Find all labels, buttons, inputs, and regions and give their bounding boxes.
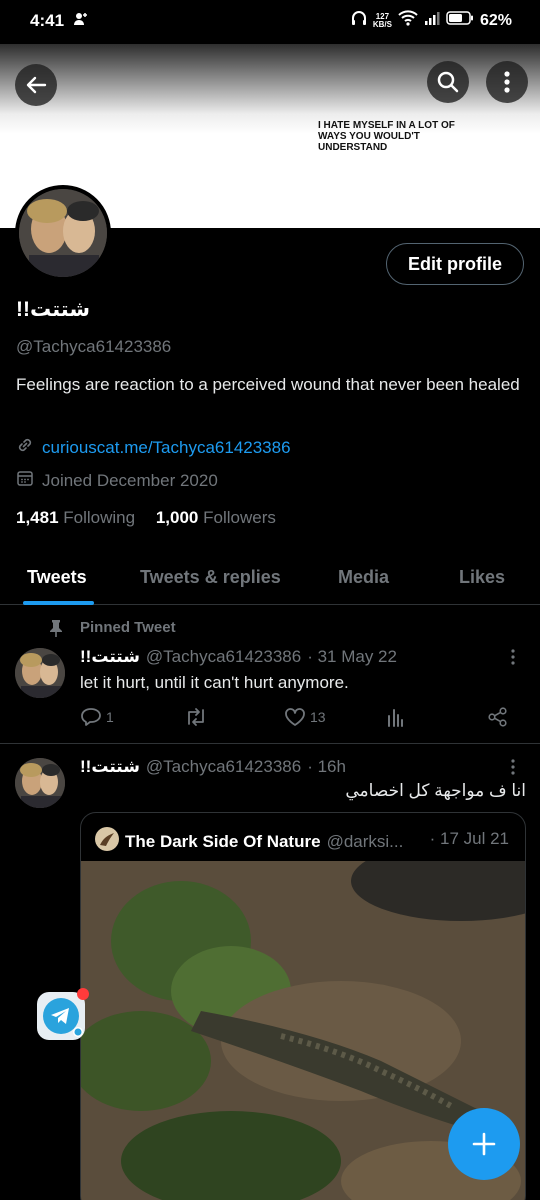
tweet-author-name[interactable]: شتتت!!: [80, 647, 140, 667]
like-count: 13: [310, 709, 326, 725]
tweet-avatar-image: [15, 758, 65, 808]
followers-stat[interactable]: 1,000 Followers: [156, 508, 276, 527]
banner-quote-text: I HATE MYSELF IN A LOT OF WAYS YOU WOULD…: [318, 120, 455, 153]
analytics-button[interactable]: [386, 707, 406, 727]
quoted-tweet-date: · 17 Jul 21: [429, 829, 509, 848]
network-speed: 127 KB/S: [372, 12, 392, 29]
profile-name: شتتت!!: [16, 298, 91, 321]
search-icon: [437, 71, 459, 93]
calendar-icon: [16, 469, 34, 492]
share-icon: [488, 707, 507, 727]
status-time: 4:41: [30, 11, 65, 30]
tab-media[interactable]: Media: [338, 567, 389, 588]
profile-tabs: Tweets Tweets & replies Media Likes: [0, 555, 540, 605]
plus-icon: [472, 1132, 496, 1156]
wifi-icon: [398, 10, 418, 31]
profile-joined-date: Joined December 2020: [42, 470, 218, 490]
retweet-button[interactable]: [184, 707, 208, 727]
avatar-image: [19, 189, 107, 277]
tweet-author-handle: @Tachyca61423386: [145, 757, 302, 776]
following-stat[interactable]: 1,481 Following: [16, 508, 135, 527]
tweet-avatar-image: [15, 648, 65, 698]
profile-handle: @Tachyca61423386: [16, 337, 172, 356]
pinned-label: Pinned Tweet: [80, 619, 176, 636]
quoted-avatar: [95, 827, 119, 856]
reply-button[interactable]: 1: [80, 707, 114, 727]
reply-icon: [81, 708, 101, 726]
profile-joined-row: Joined December 2020: [16, 469, 218, 492]
following-label: Following: [63, 508, 136, 527]
more-vertical-icon: [504, 71, 510, 93]
link-icon: [16, 436, 34, 459]
share-button[interactable]: [487, 707, 509, 727]
follow-stats: 1,481 Following 1,000 Followers: [16, 508, 276, 528]
like-button[interactable]: 13: [284, 707, 326, 727]
back-button[interactable]: [15, 64, 57, 106]
search-button[interactable]: [427, 61, 469, 103]
quoted-tweet-header: The Dark Side Of Nature @darksi...: [95, 827, 403, 856]
profile-avatar[interactable]: [15, 185, 111, 281]
tab-likes[interactable]: Likes: [459, 567, 505, 588]
reply-count: 1: [106, 709, 114, 725]
tweet-actions: 1 13: [80, 707, 520, 729]
tweet-header: شتتت!! @Tachyca61423386 · 31 May 22: [80, 647, 397, 667]
profile-link-row: curiouscat.me/Tachyca61423386: [16, 436, 291, 459]
tweet-avatar[interactable]: [15, 758, 65, 808]
telegram-icon: [43, 998, 83, 1037]
tab-tweets[interactable]: Tweets: [27, 567, 87, 588]
active-tab-indicator: [23, 601, 94, 605]
more-vertical-icon: [511, 649, 515, 665]
back-arrow-icon: [26, 76, 47, 94]
followers-label: Followers: [203, 508, 276, 527]
heart-icon: [285, 708, 305, 726]
battery-icon: [446, 11, 474, 30]
more-vertical-icon: [511, 759, 515, 775]
tweet-text: انا ف مواجهة كل اخصامي: [345, 781, 526, 800]
quoted-author-handle: @darksi...: [326, 831, 404, 851]
tweet-author-handle: @Tachyca61423386: [145, 647, 302, 666]
quoted-author-name: The Dark Side Of Nature: [125, 831, 321, 851]
compose-tweet-button[interactable]: [448, 1108, 520, 1180]
retweet-icon: [188, 708, 204, 726]
network-speed-unit: KB/S: [372, 19, 392, 29]
headphones-icon: [351, 10, 367, 31]
person-add-icon: [73, 11, 89, 32]
tweet-date: · 31 May 22: [307, 647, 397, 666]
pin-icon: [48, 619, 64, 642]
more-options-button[interactable]: [486, 61, 528, 103]
profile-bio: Feelings are reaction to a perceived wou…: [16, 375, 520, 394]
tweet-text: let it hurt, until it can't hurt anymore…: [80, 673, 349, 692]
edit-profile-button[interactable]: Edit profile: [386, 243, 524, 285]
tab-tweets-replies[interactable]: Tweets & replies: [140, 567, 281, 588]
status-bar: 4:41 127 KB/S 62%: [0, 0, 540, 44]
following-count: 1,481: [16, 508, 59, 527]
telegram-floating-bubble[interactable]: [37, 992, 85, 1040]
tweet-date: · 16h: [307, 757, 346, 776]
battery-percent: 62%: [479, 11, 512, 29]
tweet-avatar[interactable]: [15, 648, 65, 698]
tweet-more-button[interactable]: [509, 648, 517, 671]
tweet-divider: [0, 743, 540, 744]
signal-icon: [424, 11, 440, 30]
notification-dot: [77, 988, 89, 1000]
analytics-icon: [388, 709, 403, 727]
followers-count: 1,000: [155, 508, 199, 527]
tweet-more-button[interactable]: [509, 758, 517, 781]
profile-link[interactable]: curiouscat.me/Tachyca61423386: [42, 438, 291, 458]
tweet-author-name[interactable]: شتتت!!: [80, 757, 140, 777]
tweet-header: شتتت!! @Tachyca61423386 · 16h: [80, 757, 346, 777]
